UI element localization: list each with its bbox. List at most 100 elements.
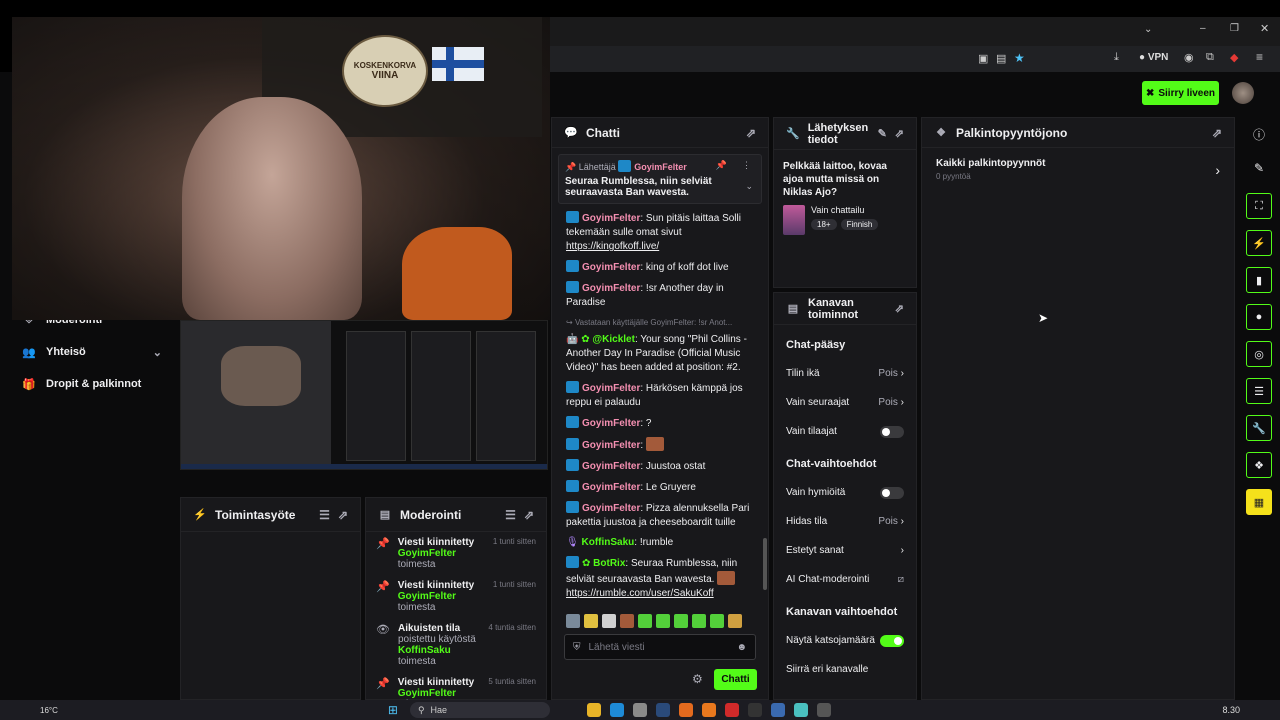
chat-username[interactable]: GoyimFelter [582,461,640,472]
setting-ai-moderation[interactable]: AI Chat-moderointi ⧄ [774,565,916,594]
category-name[interactable]: Vain chattailu [811,205,878,215]
emoji-icon[interactable]: ☻ [736,642,747,653]
mod-user[interactable]: GoyimFelter [398,688,456,699]
clapper-icon[interactable]: ▦ [1246,489,1272,515]
chat-username[interactable]: GoyimFelter [582,418,640,429]
chat-message[interactable]: 🤖 ✿ @Kicklet: Your song "Phil Collins - … [552,330,768,378]
windows-start-icon[interactable]: ⊞ [388,703,398,717]
file-explorer-icon[interactable] [586,703,601,717]
chat-message[interactable]: GoyimFelter: Sun pitäis laittaa Solli te… [552,208,768,257]
chat-username[interactable]: GoyimFelter [582,262,640,273]
setting-slow-mode[interactable]: Hidas tila Pois › [774,507,916,536]
firefox-icon[interactable] [678,703,693,717]
unpin-icon[interactable]: 📌 [716,160,727,171]
go-live-button[interactable]: ✖ Siirry liveen [1142,81,1219,105]
reply-reference[interactable]: ↪ Vastataan käyttäjälle GoyimFelter: !sr… [552,313,768,330]
close-window-icon[interactable]: ✕ [1260,22,1269,35]
emote-icon[interactable] [692,614,706,628]
store-icon[interactable] [632,703,647,717]
vlc-icon[interactable] [701,703,716,717]
emote-icon[interactable] [584,614,598,628]
emote-icon[interactable] [602,614,616,628]
chat-message[interactable]: GoyimFelter: Le Gruyere [552,477,768,498]
chat-username[interactable]: GoyimFelter [582,440,640,451]
setting-blocked-words[interactable]: Estetyt sanat › [774,536,916,565]
bookmark-star-icon[interactable]: ★ [1014,51,1025,65]
chat-input[interactable]: ⛨ Lähetä viesti ☻ [564,634,756,660]
show-viewers-toggle[interactable] [880,634,904,647]
more-options-icon[interactable]: ⋮ [742,160,751,171]
mod-user[interactable]: GoyimFelter [398,548,456,559]
clock[interactable]: 8.30 [1222,705,1240,715]
weather-temp[interactable]: 16°C [40,706,58,715]
extensions-icon[interactable]: ⧉ [1206,51,1214,64]
chat-message[interactable]: GoyimFelter: Juustoa ostat [552,456,768,477]
app-icon[interactable] [770,703,785,717]
edge-browser-icon[interactable] [609,703,624,717]
lightning-icon[interactable]: ⚡ [1246,230,1272,256]
download-icon[interactable]: ⤓ [1114,51,1119,64]
chat-message[interactable]: GoyimFelter: !sr Another day in Paradise [552,278,768,313]
popout-icon[interactable]: ⇗ [1212,126,1222,140]
tag-chip[interactable]: Finnish [840,219,879,230]
scan-icon[interactable]: ⛶ [1246,193,1272,219]
mod-user[interactable]: GoyimFelter [398,591,456,602]
terminal-icon[interactable] [747,703,762,717]
popout-icon[interactable]: ⇗ [895,128,904,140]
chat-username[interactable]: GoyimFelter [582,482,640,493]
chevron-down-icon[interactable]: ⌄ [153,346,162,359]
emote-icon[interactable] [620,614,634,628]
chat-scrollbar[interactable] [763,538,767,590]
stream-preview[interactable] [180,320,548,470]
chat-username[interactable]: GoyimFelter [582,283,640,294]
opera-icon[interactable] [724,703,739,717]
chat-username[interactable]: BotRix [593,558,625,569]
chat-username[interactable]: GoyimFelter [582,213,640,224]
chat-message[interactable]: GoyimFelter: [552,434,768,456]
chat-message[interactable]: ✿ BotRix: Seuraa Rumblessa, niin selviät… [552,553,768,604]
all-rewards-row[interactable]: Kaikki palkintopyynnöt 0 pyyntöä › [922,148,1234,191]
vpn-button[interactable]: ● VPN [1139,52,1168,63]
edit-pencil-icon[interactable]: ✎ [1238,161,1280,175]
picture-icon[interactable]: ▣ [978,52,988,65]
taskbar-search[interactable]: ⚲ Hae [409,702,550,718]
chevron-down-icon[interactable]: ⌄ [745,181,753,192]
chat-username[interactable]: KoffinSaku [581,537,634,548]
shield-extension-icon[interactable]: ◆ [1230,51,1238,64]
emote-icon[interactable] [710,614,724,628]
avatar[interactable] [1232,82,1254,104]
account-icon[interactable]: ◉ [1184,51,1194,64]
chat-message[interactable]: GoyimFelter: Pizza alennuksella Pari pak… [552,498,768,533]
settings-gear-icon[interactable]: ⚙ [692,672,703,686]
obs-icon[interactable] [816,703,831,717]
setting-raid-channel[interactable]: Siirrä eri kanavalle [774,655,916,684]
popout-icon[interactable]: ⇗ [746,126,756,140]
info-icon[interactable]: ⓘ [1238,126,1280,143]
screenshot-icon[interactable]: ▤ [996,52,1006,65]
chat-link[interactable]: https://rumble.com/user/SakuKoff [566,588,714,599]
tab-list-chevron-icon[interactable]: ⌄ [1144,24,1152,35]
filter-icon[interactable]: ☰ [505,508,516,522]
pinned-user[interactable]: GoyimFelter [634,162,687,172]
subscribers-only-toggle[interactable] [880,425,904,438]
send-chat-button[interactable]: Chatti [714,669,757,690]
broadcast-icon[interactable]: ◎ [1246,341,1272,367]
popout-icon[interactable]: ⇗ [895,303,904,315]
edit-pencil-icon[interactable]: ✎ [878,128,887,140]
menu-icon[interactable]: ≡ [1256,50,1263,64]
chat-message[interactable]: GoyimFelter: king of koff dot live [552,257,768,278]
emote-icon[interactable] [656,614,670,628]
sidebar-item-drops[interactable]: 🎁 Dropit & palkinnot [0,368,178,400]
gift-icon[interactable]: ❖ [1246,452,1272,478]
list-icon[interactable]: ☰ [1246,378,1272,404]
wrench-icon[interactable]: 🔧 [1246,415,1272,441]
chat-link[interactable]: https://kingofkoff.live/ [566,241,659,252]
popout-icon[interactable]: ⇗ [524,508,534,522]
popout-icon[interactable]: ⇗ [338,508,348,522]
sidebar-item-community[interactable]: 👥 Yhteisö ⌄ [0,336,178,368]
app-icon[interactable] [793,703,808,717]
emote-icon[interactable] [728,614,742,628]
chat-username[interactable]: GoyimFelter [582,383,640,394]
document-icon[interactable]: ▮ [1246,267,1272,293]
task-view-icon[interactable] [564,703,578,717]
